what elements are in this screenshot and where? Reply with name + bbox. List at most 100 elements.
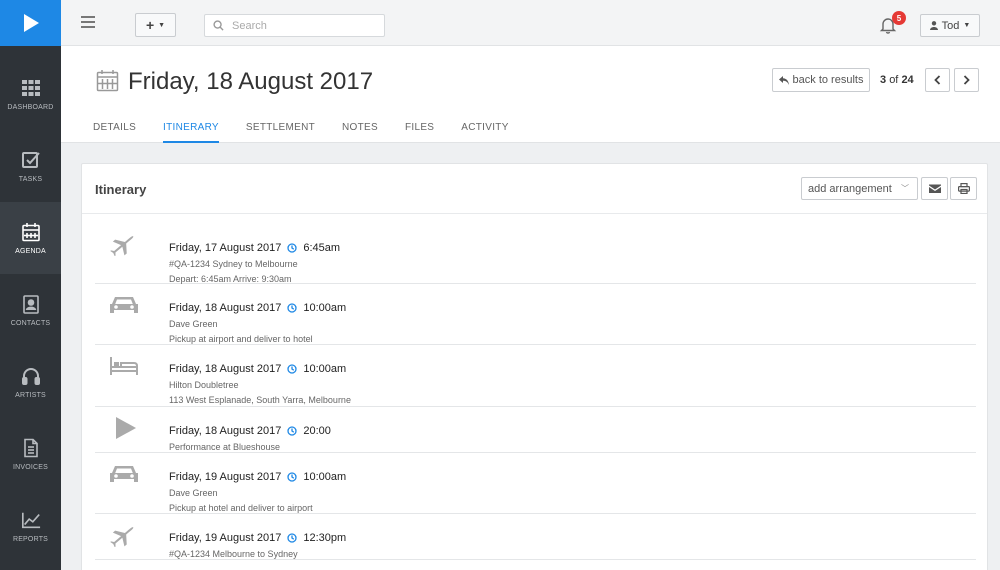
envelope-icon bbox=[928, 184, 941, 193]
bed-icon bbox=[110, 357, 138, 375]
calendar-icon bbox=[21, 222, 40, 241]
search-box[interactable] bbox=[204, 14, 385, 37]
tab-activity[interactable]: ACTIVITY bbox=[461, 122, 508, 143]
add-new-button[interactable]: + ▼ bbox=[135, 13, 176, 37]
item-date: Friday, 19 August 2017 bbox=[169, 471, 282, 483]
chevron-right-icon bbox=[963, 75, 970, 85]
play-logo-icon bbox=[23, 14, 39, 32]
page-header: Friday, 18 August 2017 back to results 3… bbox=[61, 46, 1000, 143]
tab-notes[interactable]: NOTES bbox=[342, 122, 378, 143]
add-arrangement-dropdown[interactable]: add arrangement ﹀ bbox=[801, 177, 918, 200]
clock-icon bbox=[287, 243, 297, 253]
search-icon bbox=[213, 20, 224, 31]
sidebar-item-label: AGENDA bbox=[15, 247, 46, 255]
sidebar-item-tasks[interactable]: TASKS bbox=[0, 130, 61, 202]
item-subdetail: Depart: 6:45am Arrive: 9:30am bbox=[169, 274, 292, 284]
item-time: 20:00 bbox=[303, 425, 331, 437]
tab-details[interactable]: DETAILS bbox=[93, 122, 136, 143]
clock-icon bbox=[287, 303, 297, 313]
user-menu-button[interactable]: Tod ▼ bbox=[920, 14, 980, 37]
sidebar-item-reports[interactable]: REPORTS bbox=[0, 490, 61, 562]
grid-icon bbox=[21, 79, 40, 96]
item-date: Friday, 18 August 2017 bbox=[169, 302, 282, 314]
sidebar-item-label: INVOICES bbox=[12, 463, 49, 471]
item-time: 10:00am bbox=[303, 363, 347, 375]
user-name: Tod bbox=[941, 19, 960, 32]
caret-down-icon: ▼ bbox=[158, 21, 166, 29]
item-datetime: Friday, 19 August 2017 10:00am bbox=[169, 471, 346, 483]
app-logo[interactable] bbox=[0, 0, 61, 46]
item-time: 12:30pm bbox=[303, 532, 347, 544]
user-icon bbox=[929, 21, 938, 30]
tab-settlement[interactable]: SETTLEMENT bbox=[246, 122, 315, 143]
item-datetime: Friday, 18 August 2017 10:00am bbox=[169, 363, 346, 375]
email-button[interactable] bbox=[921, 177, 948, 200]
card-title: Itinerary bbox=[95, 182, 147, 197]
plus-label: + bbox=[145, 17, 155, 33]
flight-icon bbox=[110, 236, 134, 256]
item-detail: #QA-1234 Sydney to Melbourne bbox=[169, 259, 298, 269]
headphones-icon bbox=[21, 367, 40, 385]
sidebar-item-dashboard[interactable]: DASHBOARD bbox=[0, 58, 61, 130]
document-icon bbox=[23, 438, 38, 457]
add-arrangement-label: add arrangement bbox=[808, 182, 892, 195]
item-detail: #QA-1234 Melbourne to Sydney bbox=[169, 549, 298, 559]
contact-card-icon bbox=[22, 294, 39, 314]
car-icon bbox=[110, 297, 138, 313]
flight-icon bbox=[110, 527, 134, 547]
notification-badge: 5 bbox=[892, 11, 906, 25]
sidebar-item-label: REPORTS bbox=[12, 535, 49, 543]
sidebar-item-invoices[interactable]: INVOICES bbox=[0, 418, 61, 490]
sidebar-item-artists[interactable]: ARTISTS bbox=[0, 346, 61, 418]
tab-files[interactable]: FILES bbox=[405, 122, 434, 143]
clock-icon bbox=[287, 364, 297, 374]
item-subdetail: 113 West Esplanade, South Yarra, Melbour… bbox=[169, 395, 351, 405]
itinerary-item[interactable]: Friday, 18 August 2017 10:00am Hilton Do… bbox=[95, 345, 976, 407]
check-square-icon bbox=[21, 151, 40, 168]
item-detail: Dave Green bbox=[169, 319, 218, 329]
item-datetime: Friday, 17 August 2017 6:45am bbox=[169, 242, 340, 254]
pager-total: 24 bbox=[901, 74, 914, 86]
play-icon bbox=[116, 417, 136, 439]
back-label: back to results bbox=[792, 74, 864, 86]
previous-button[interactable] bbox=[925, 68, 950, 92]
print-button[interactable] bbox=[950, 177, 977, 200]
chevron-left-icon bbox=[934, 75, 941, 85]
itinerary-item[interactable]: Friday, 18 August 2017 20:00 Performance… bbox=[95, 407, 976, 453]
clock-icon bbox=[287, 426, 297, 436]
sidebar-item-label: ARTISTS bbox=[15, 391, 46, 399]
sidebar-item-contacts[interactable]: CONTACTS bbox=[0, 274, 61, 346]
tab-itinerary[interactable]: ITINERARY bbox=[163, 122, 219, 143]
itinerary-item[interactable]: Friday, 17 August 2017 6:45am #QA-1234 S… bbox=[95, 224, 976, 284]
item-time: 10:00am bbox=[303, 471, 347, 483]
itinerary-item[interactable]: Friday, 19 August 2017 10:00am Dave Gree… bbox=[95, 453, 976, 514]
clock-icon bbox=[287, 533, 297, 543]
chevron-down-icon: ﹀ bbox=[901, 184, 909, 193]
item-detail: Dave Green bbox=[169, 488, 218, 498]
reply-arrow-icon bbox=[778, 75, 789, 85]
itinerary-item[interactable]: Friday, 19 August 2017 12:30pm #QA-1234 … bbox=[95, 514, 976, 560]
pager-of: of bbox=[889, 74, 899, 86]
sidebar-item-label: TASKS bbox=[18, 175, 43, 183]
item-date: Friday, 18 August 2017 bbox=[169, 425, 282, 437]
pager-current: 3 bbox=[880, 74, 887, 86]
car-icon bbox=[110, 466, 138, 482]
item-date: Friday, 19 August 2017 bbox=[169, 532, 282, 544]
card-header: Itinerary add arrangement ﹀ bbox=[82, 164, 987, 214]
sidebar-item-agenda[interactable]: AGENDA bbox=[0, 202, 61, 274]
menu-icon[interactable] bbox=[81, 16, 95, 28]
item-time: 6:45am bbox=[303, 242, 341, 254]
item-time: 10:00am bbox=[303, 302, 347, 314]
item-detail: Performance at Blueshouse bbox=[169, 442, 281, 452]
sidebar-item-label: CONTACTS bbox=[10, 319, 51, 327]
calendar-icon bbox=[96, 70, 119, 92]
next-button[interactable] bbox=[954, 68, 979, 92]
item-subdetail: Pickup at airport and deliver to hotel bbox=[169, 334, 313, 344]
item-datetime: Friday, 18 August 2017 20:00 bbox=[169, 425, 331, 437]
caret-down-icon: ▼ bbox=[963, 22, 971, 29]
itinerary-item[interactable]: Friday, 18 August 2017 10:00am Dave Gree… bbox=[95, 284, 976, 345]
page-title: Friday, 18 August 2017 bbox=[128, 68, 374, 95]
item-datetime: Friday, 18 August 2017 10:00am bbox=[169, 302, 346, 314]
search-input[interactable] bbox=[232, 19, 372, 32]
back-to-results-button[interactable]: back to results bbox=[772, 68, 870, 92]
